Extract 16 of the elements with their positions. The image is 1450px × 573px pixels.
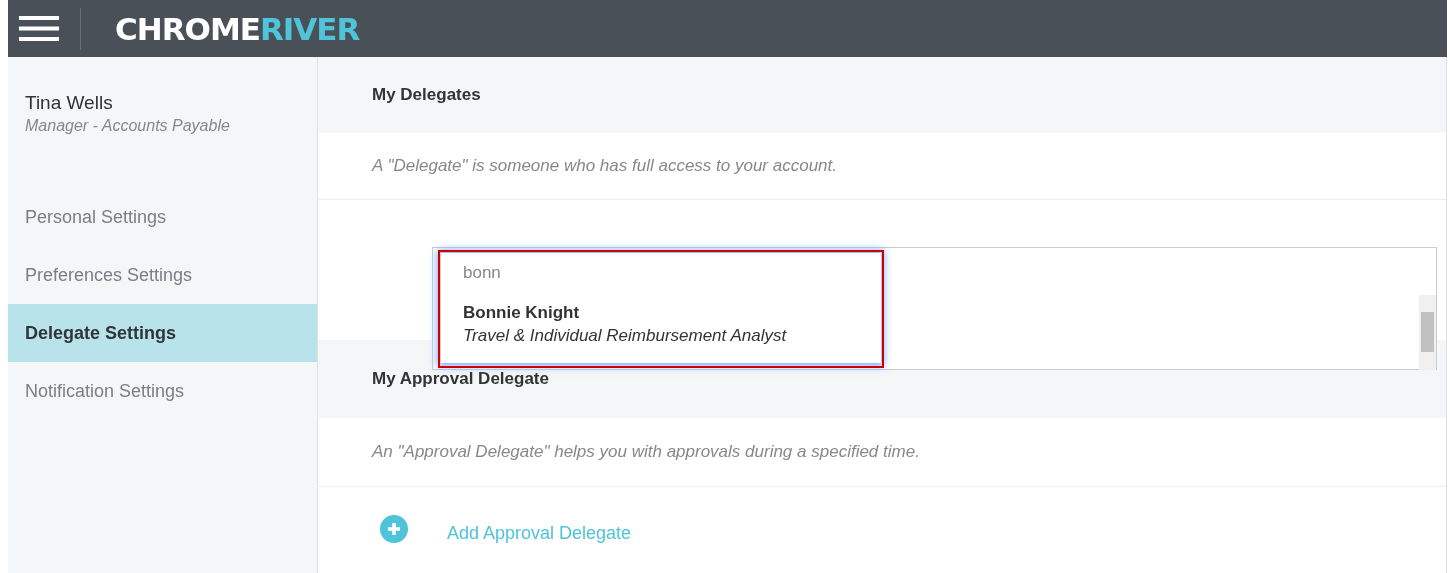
sidebar-item[interactable]: Notification Settings: [8, 362, 317, 420]
section-title: My Delegates: [318, 57, 1446, 133]
add-icon[interactable]: [380, 514, 408, 543]
scrollbar[interactable]: [1419, 295, 1436, 370]
sidebar-item[interactable]: Preferences Settings: [8, 246, 317, 304]
user-role: Manager - Accounts Payable: [25, 117, 231, 135]
add-approval-delegate-link[interactable]: Add Approval Delegate: [447, 522, 632, 544]
sidebar-item[interactable]: Personal Settings: [8, 188, 317, 246]
menu-icon[interactable]: [19, 15, 59, 42]
section-description: A "Delegate" is someone who has full access to your account.: [318, 133, 1446, 200]
user-name: Tina Wells: [25, 92, 114, 114]
suggestion-name[interactable]: Bonnie Knight: [463, 303, 881, 323]
section-description: An "Approval Delegate" helps you with approvals during a specified time.: [318, 418, 1446, 487]
sidebar-item[interactable]: Delegate Settings: [8, 304, 317, 362]
logo: CHROMERIVER: [115, 10, 360, 47]
search-field[interactable]: bonn: [463, 263, 843, 283]
